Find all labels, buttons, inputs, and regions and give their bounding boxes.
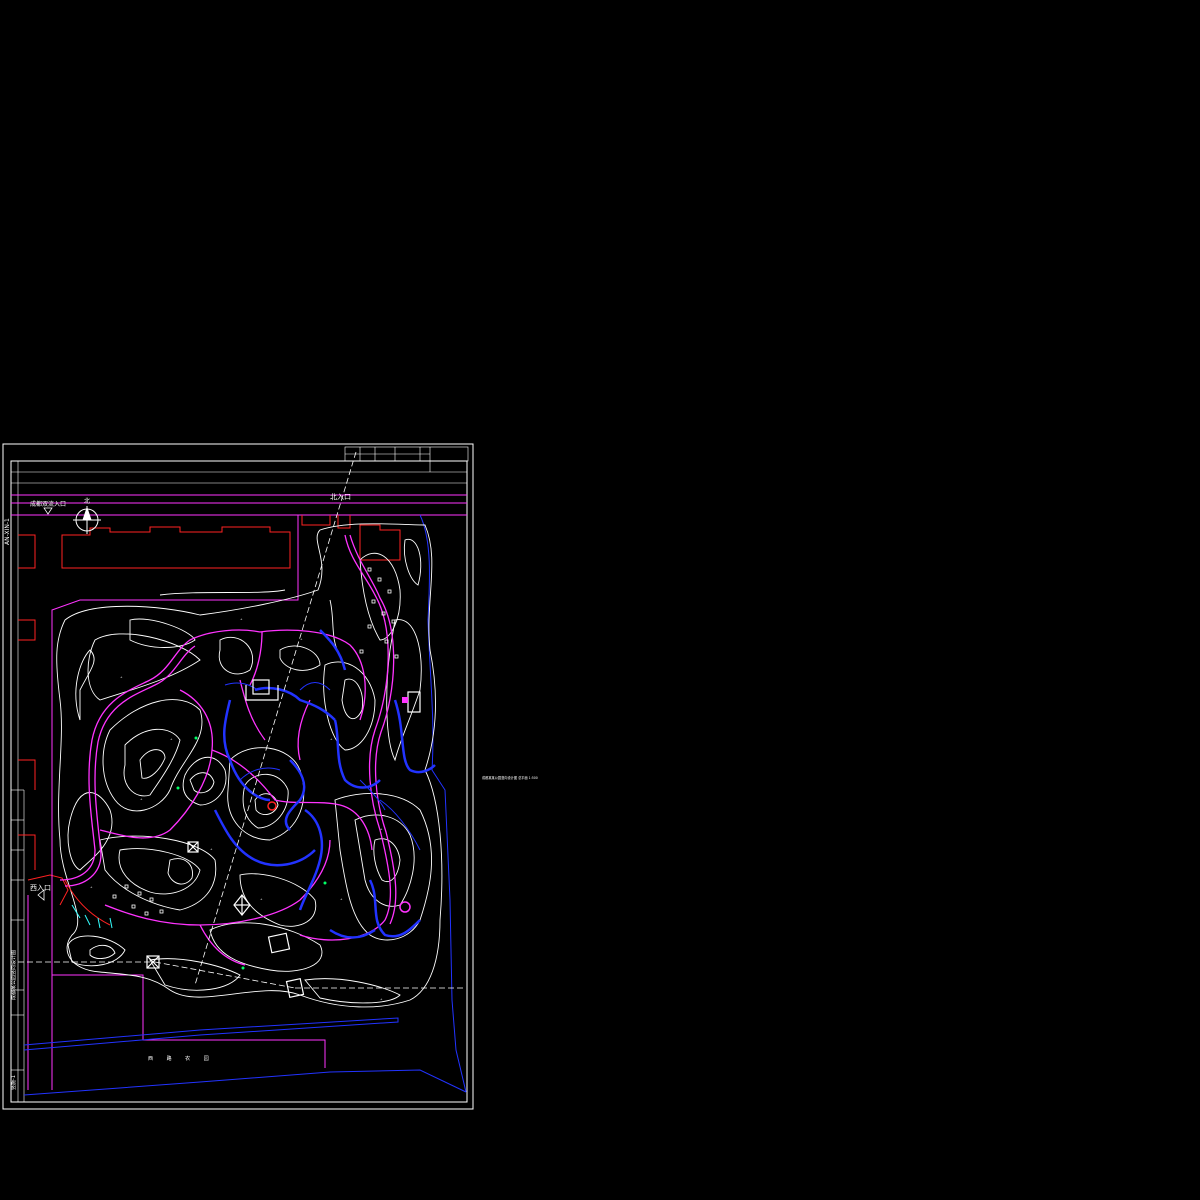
svg-text:+: +	[380, 997, 383, 1001]
elevation-ticks: + + + + + + + + + + + +	[90, 617, 383, 1001]
svg-text:+: +	[260, 897, 263, 901]
building-outlines	[18, 515, 401, 906]
svg-text:+: +	[140, 797, 143, 801]
svg-text:+: +	[240, 617, 243, 621]
side-code-text: AN-XIN-1	[4, 518, 11, 545]
svg-text:+: +	[170, 737, 173, 741]
west-entrance-label: 西入口	[30, 884, 51, 892]
north-entrance-label: 北入口	[330, 493, 351, 501]
north-symbol-text: 北	[84, 497, 90, 505]
side-title-strip	[11, 461, 25, 1102]
water-features	[213, 629, 436, 939]
svg-text:+: +	[120, 675, 123, 679]
inner-frame	[10, 460, 468, 1103]
svg-text:+: +	[210, 847, 213, 851]
small-markers	[112, 567, 399, 916]
entrance-markers	[37, 507, 53, 901]
outside-note: 成都某某公园竖向设计图 总平面 1:500	[482, 775, 538, 780]
svg-text:+: +	[340, 897, 343, 901]
title-block-drawing-no: 竖施-1	[10, 1075, 17, 1090]
entrance-arc	[64, 879, 113, 929]
north-arrow-icon	[73, 506, 101, 534]
title-block	[11, 446, 469, 484]
title-block-project: 成都某公园竖向设计图	[10, 950, 17, 1000]
svg-text:+: +	[330, 737, 333, 741]
street-label: 西 路 农 园	[148, 1055, 215, 1062]
svg-text:+: +	[300, 637, 303, 641]
svg-text:+: +	[380, 827, 383, 831]
top-left-entrance-label: 成都双流入口	[30, 500, 66, 508]
svg-text:+: +	[90, 885, 93, 889]
site-plan-drawing: AN-XIN-1 成都某公园竖向设计图 竖施-1 北 成都双流入口 北入口 西入…	[2, 443, 538, 1110]
site-boundary	[27, 515, 326, 1090]
